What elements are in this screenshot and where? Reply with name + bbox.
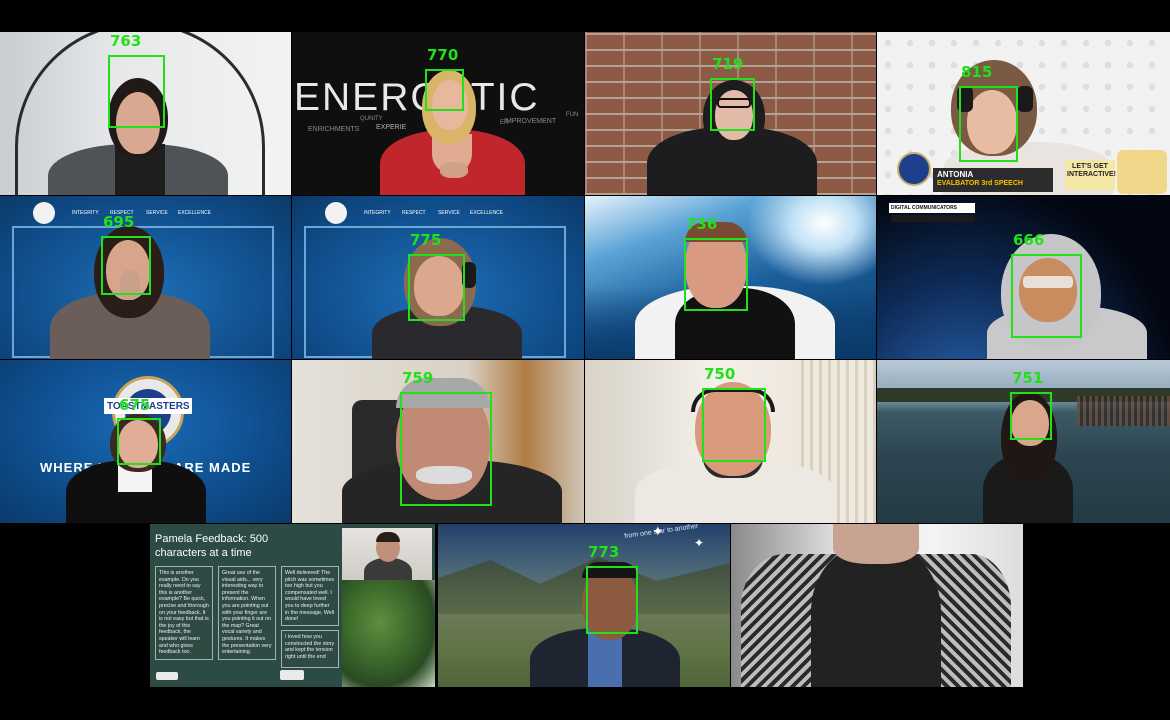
plant-image — [342, 580, 435, 687]
feedback-card-4: I loved how you constructed the story an… — [281, 630, 339, 668]
face-id-label: 695 — [103, 213, 135, 231]
video-tile-8[interactable]: DIGITAL COMMUNICATORS 666 — [877, 196, 1170, 359]
name-banner: ANTONIA EVALBATOR 3rd SPEECH — [933, 168, 1053, 192]
video-tile-2[interactable]: ENERGETIC ENRICHMENTS QUNITY EXPERIE ER … — [292, 32, 584, 195]
face-id-label: 666 — [1013, 231, 1045, 249]
video-tile-7[interactable]: 736 — [585, 196, 876, 359]
video-tile-10[interactable]: 759 — [292, 360, 584, 523]
video-tile-5[interactable]: INTEGRITY RESPECT SERVICE EXCELLENCE 695 — [0, 196, 291, 359]
face-id-label: 719 — [712, 55, 744, 73]
face-id-label: 763 — [110, 32, 142, 50]
face-id-label: 759 — [402, 369, 434, 387]
presentation-title: Pamela Feedback: 500 characters at a tim… — [155, 533, 269, 559]
face-id-label: 775 — [410, 231, 442, 249]
participant-role: EVALBATOR 3rd SPEECH — [937, 180, 1023, 187]
face-box — [586, 566, 638, 634]
participant-name: ANTONIA — [937, 170, 974, 179]
toastmasters-logo — [897, 152, 931, 186]
face-box — [1011, 254, 1082, 338]
feedback-card-2: Great use of the visual aids... very int… — [218, 566, 276, 660]
slide-button[interactable] — [280, 670, 304, 680]
face-id-label: 750 — [704, 365, 736, 383]
face-id-label: 675 — [119, 396, 151, 414]
face-id-label: 736 — [686, 215, 718, 233]
face-box — [400, 392, 492, 506]
face-id-label: 815 — [961, 63, 993, 81]
video-tile-6[interactable]: INTEGRITY RESPECT SERVICE EXCELLENCE 775 — [292, 196, 584, 359]
video-tile-9[interactable]: TOASTMASTERS WHERE LE ARE MADE 675 — [0, 360, 291, 523]
cta-sign: LET'S GET INTERACTIVE! — [1065, 160, 1116, 190]
face-box — [1010, 392, 1052, 440]
face-box — [959, 86, 1018, 162]
cta-text: LET'S GET INTERACTIVE! — [1067, 163, 1116, 178]
video-tile-1[interactable]: 763 — [0, 32, 291, 195]
face-box — [425, 69, 464, 111]
hand-pointer-icon — [1117, 150, 1167, 194]
video-tile-14[interactable]: from one star to another ✦ ✦ 773 — [438, 524, 730, 687]
face-box — [101, 236, 151, 295]
participant-video — [438, 524, 730, 687]
video-tile-11[interactable]: 750 — [585, 360, 876, 523]
face-id-label: 751 — [1012, 369, 1044, 387]
shared-screen-tile[interactable]: Pamela Feedback: 500 characters at a tim… — [150, 524, 435, 687]
face-box — [684, 238, 748, 311]
face-box — [108, 55, 165, 128]
face-id-label: 773 — [588, 543, 620, 561]
face-box — [408, 254, 465, 321]
feedback-card-3: Well delivered! The pitch was sometimes … — [281, 566, 339, 626]
video-tile-3[interactable]: 719 — [585, 32, 876, 195]
video-tile-4[interactable]: ANTONIA EVALBATOR 3rd SPEECH LET'S GET I… — [877, 32, 1170, 195]
face-box — [710, 78, 755, 131]
video-tile-15[interactable] — [731, 524, 1023, 687]
face-box — [117, 418, 161, 465]
face-box — [702, 388, 766, 462]
face-id-label: 770 — [427, 46, 459, 64]
feedback-card-1: This is another example. Do you really n… — [155, 566, 213, 660]
slide-button[interactable] — [156, 672, 178, 680]
participant-video — [731, 524, 1023, 687]
video-tile-12[interactable]: 751 — [877, 360, 1170, 523]
presenter-thumbnail — [342, 528, 432, 580]
